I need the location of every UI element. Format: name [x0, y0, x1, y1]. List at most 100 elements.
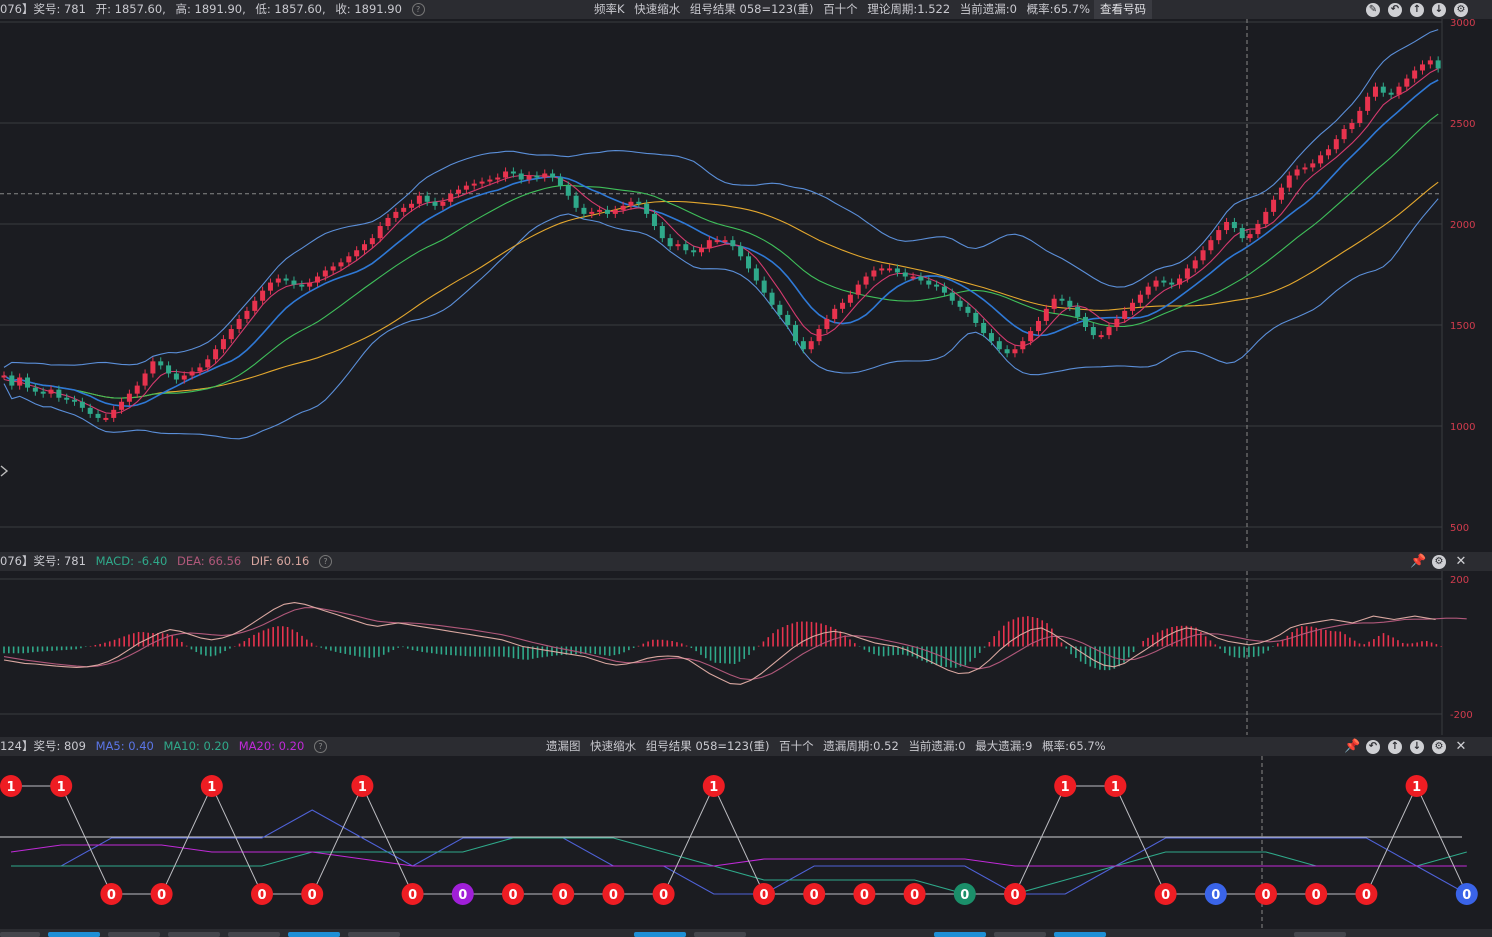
arrow-down-icon[interactable]: ↓ [1410, 739, 1424, 754]
candle-body [1161, 280, 1167, 283]
bottom-tab-active[interactable] [48, 932, 100, 937]
bottom-tab[interactable] [108, 932, 160, 937]
candle-body [1075, 306, 1081, 317]
bottom-tab-active[interactable] [1054, 932, 1106, 937]
chevron-right-icon[interactable] [0, 465, 9, 477]
candle-body [675, 244, 681, 247]
candle-body [1153, 280, 1159, 287]
pin-icon[interactable]: 📌 [1344, 739, 1360, 754]
candle-body [362, 244, 367, 251]
omission-node-label: 0 [759, 888, 768, 903]
y-tick-label: 500 [1450, 523, 1469, 534]
omission-node-label: 0 [659, 888, 668, 903]
bottom-tab[interactable] [0, 932, 40, 937]
arrow-down-icon[interactable]: ↓ [1432, 2, 1446, 17]
candle-body [651, 213, 657, 227]
candle-body [1169, 282, 1175, 285]
arrow-up-icon[interactable]: ↑ [1388, 739, 1402, 754]
omission-center-info: 遗漏图 快速缩水 组号结果 058=123(重) 百十个 遗漏周期:0.52 当… [546, 737, 1112, 756]
macd-id: 076】奖号: 781 [0, 554, 86, 568]
candle-body [448, 193, 454, 202]
help-icon[interactable]: ? [411, 3, 425, 16]
bottom-tab[interactable] [1294, 932, 1346, 937]
candlestick-chart[interactable]: 3000 2500 2000 1500 1000 500 [0, 19, 1492, 550]
candle-body [1224, 221, 1230, 231]
candle-body [1216, 230, 1222, 241]
bottom-tab[interactable] [168, 932, 220, 937]
omission-node-label: 0 [1462, 888, 1471, 903]
info-result: 组号结果 058=123(重) [689, 2, 814, 16]
candle-body [526, 175, 532, 180]
macd-value: MACD: -6.40 [95, 554, 168, 568]
omission-node-label: 0 [1211, 888, 1220, 903]
help-icon[interactable]: ? [313, 740, 327, 753]
candle-body [173, 373, 179, 380]
bottom-tab-active[interactable] [934, 932, 986, 937]
candle-body [1090, 327, 1096, 336]
candle-body [557, 177, 563, 186]
omission-node-label: 1 [1111, 780, 1120, 795]
candle-body [879, 268, 885, 271]
bottom-tab[interactable] [994, 932, 1046, 937]
omission-chart[interactable]: 1 1 0 0 1 0 0 1 0 0 0 0 0 0 1 0 0 0 0 0 0 1 1 0 0 0 0 0 1 0 [0, 756, 1492, 929]
info-mode: 快速缩水 [590, 739, 637, 753]
candle-body [338, 262, 344, 267]
candle-body [56, 389, 62, 398]
candle-body [1333, 139, 1339, 150]
candle-body [863, 276, 869, 285]
candle-body [220, 339, 226, 350]
candle-body [1035, 320, 1041, 332]
back-icon[interactable]: ↶ [1388, 2, 1402, 17]
pin-icon[interactable]: 📌 [1410, 554, 1426, 569]
omission-node-label: 1 [709, 780, 718, 795]
candle-body [824, 318, 830, 330]
candle-body [1396, 86, 1402, 95]
settings-icon[interactable]: ⚙ [1432, 739, 1446, 754]
candle-body [205, 359, 211, 368]
candle-body [64, 397, 70, 400]
bottom-tab[interactable] [348, 932, 400, 937]
bottom-tab[interactable] [694, 932, 746, 937]
candle-body [1271, 199, 1277, 212]
candle-body [628, 201, 634, 206]
candle-body [87, 407, 93, 414]
help-icon[interactable]: ? [319, 555, 332, 568]
candle-body [518, 173, 524, 180]
candle-body [1427, 60, 1433, 65]
arrow-up-icon[interactable]: ↑ [1410, 2, 1424, 17]
settings-icon[interactable]: ⚙ [1432, 554, 1446, 569]
bottom-tab-active[interactable] [634, 932, 686, 937]
candle-body [456, 189, 462, 194]
edit-icon[interactable]: ✎ [1366, 2, 1380, 17]
macd-chart[interactable]: 200 -200 [0, 571, 1492, 735]
candle-body [197, 367, 203, 372]
omission-node-label: 0 [1312, 888, 1321, 903]
candle-body [275, 278, 281, 283]
candle-body [1043, 308, 1049, 321]
candle-body [236, 318, 242, 330]
candle-body [1122, 310, 1128, 319]
omission-header: 124】奖号: 809 MA5: 0.40 MA10: 0.20 MA20: 0… [0, 737, 1492, 756]
bottom-tab-active[interactable] [288, 932, 340, 937]
view-numbers-button[interactable]: 查看号码 [1094, 0, 1152, 19]
dea-value: DEA: 66.56 [177, 554, 242, 568]
bottom-tab[interactable] [228, 932, 280, 937]
close-icon[interactable]: ✕ [1454, 739, 1468, 754]
candle-body [636, 201, 642, 204]
omission-node-label: 1 [1412, 780, 1421, 795]
candle-body [25, 377, 31, 388]
settings-icon[interactable]: ⚙ [1454, 2, 1468, 17]
candle-body [573, 195, 579, 208]
candle-body [1247, 234, 1253, 239]
candle-body [1412, 70, 1418, 79]
omission-node-label: 0 [1161, 888, 1170, 903]
candle-body [354, 250, 360, 257]
info-position: 百十个 [779, 739, 814, 753]
close-icon[interactable]: ✕ [1454, 554, 1468, 569]
candle-body [267, 282, 273, 291]
omission-node-label: 1 [1061, 780, 1070, 795]
back-icon[interactable]: ↶ [1366, 739, 1380, 754]
candle-body [166, 365, 172, 374]
candle-body [894, 268, 900, 273]
omission-node-label: 0 [508, 888, 517, 903]
